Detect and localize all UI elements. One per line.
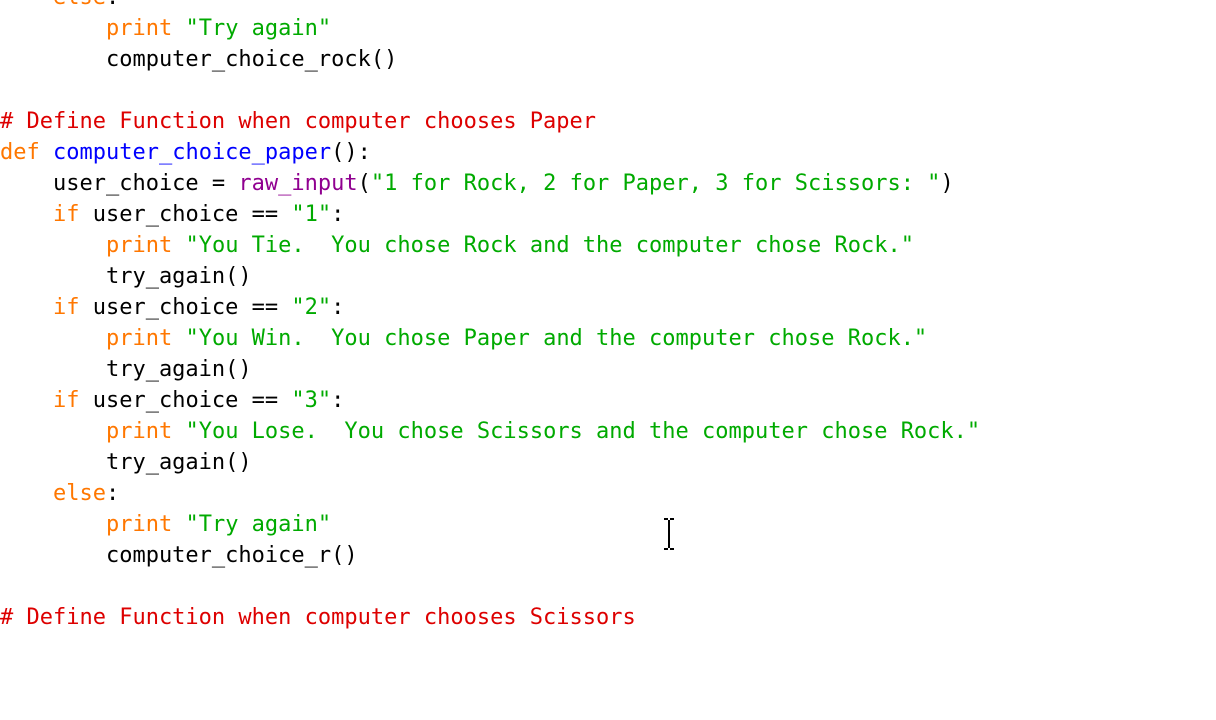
code-token-plain: :	[331, 295, 345, 320]
code-token-string: "1"	[291, 202, 332, 227]
code-token-string: "You Lose. You chose Scissors and the co…	[185, 419, 981, 444]
code-line[interactable]	[0, 75, 980, 106]
code-line[interactable]	[0, 571, 980, 602]
code-line[interactable]: def computer_choice_paper():	[0, 137, 980, 168]
code-line[interactable]	[0, 664, 980, 695]
code-token-keyword: else	[52, 481, 106, 506]
code-editor[interactable]: else: print "Try again" computer_choice_…	[0, 0, 1216, 720]
code-token-plain: :	[106, 0, 119, 10]
code-token-plain: try_again()	[0, 264, 252, 289]
code-token-keyword: if	[52, 388, 80, 413]
code-token-builtin: raw_input	[238, 171, 358, 196]
code-token-plain: :	[105, 481, 120, 506]
code-token-keyword: print	[105, 512, 173, 537]
code-area[interactable]: else: print "Try again" computer_choice_…	[0, 0, 980, 695]
code-line[interactable]: print "You Tie. You chose Rock and the c…	[0, 230, 980, 261]
code-token-plain: :	[331, 202, 345, 227]
code-token-plain: computer_choice_r()	[0, 543, 358, 568]
code-token-keyword: print	[105, 419, 173, 444]
code-line[interactable]: user_choice = raw_input("1 for Rock, 2 f…	[0, 168, 980, 199]
code-token-keyword: if	[52, 295, 80, 320]
code-token-keyword: print	[105, 16, 173, 41]
code-token-plain: user_choice ==	[79, 202, 292, 227]
code-line[interactable]: if user_choice == "3":	[0, 385, 980, 416]
code-token-plain: user_choice ==	[79, 388, 292, 413]
code-line[interactable]: else:	[0, 478, 980, 509]
code-token-plain: user_choice ==	[79, 295, 292, 320]
code-token-string: "You Tie. You chose Rock and the compute…	[185, 233, 914, 258]
code-token-string: "2"	[291, 295, 332, 320]
code-line[interactable]: print "Try again"	[0, 13, 980, 44]
code-line[interactable]: try_again()	[0, 447, 980, 478]
text-ibeam-cursor-icon	[664, 518, 674, 550]
code-token-keyword: def	[0, 140, 40, 165]
code-token-plain: try_again()	[0, 357, 252, 382]
code-token-keyword: print	[105, 233, 173, 258]
code-line[interactable]: print "You Win. You chose Paper and the …	[0, 323, 980, 354]
code-token-plain: )	[940, 171, 954, 196]
code-line[interactable]: computer_choice_r()	[0, 540, 980, 571]
code-token-string: "3"	[291, 388, 332, 413]
code-line[interactable]: try_again()	[0, 261, 980, 292]
code-line[interactable]: else:	[0, 0, 980, 13]
code-token-comment: # Define Function when computer chooses …	[0, 605, 636, 630]
code-line[interactable]	[0, 633, 980, 664]
code-token-string: "You Win. You chose Paper and the comput…	[185, 326, 928, 351]
code-token-string: "1 for Rock, 2 for Paper, 3 for Scissors…	[370, 171, 941, 196]
code-line[interactable]: try_again()	[0, 354, 980, 385]
code-line[interactable]: print "Try again"	[0, 509, 980, 540]
code-line[interactable]: if user_choice == "2":	[0, 292, 980, 323]
code-token-string: "Try again"	[185, 512, 332, 537]
code-token-plain: try_again()	[0, 450, 252, 475]
code-line[interactable]: print "You Lose. You chose Scissors and …	[0, 416, 980, 447]
code-token-plain: computer_choice_rock()	[0, 47, 398, 72]
code-line[interactable]: if user_choice == "1":	[0, 199, 980, 230]
code-line[interactable]: # Define Function when computer chooses …	[0, 106, 980, 137]
code-line[interactable]: computer_choice_rock()	[0, 44, 980, 75]
code-token-keyword: else	[53, 0, 106, 10]
code-token-plain: user_choice =	[0, 171, 239, 196]
code-token-string: "Try again"	[185, 16, 332, 41]
code-token-plain: ():	[331, 140, 371, 165]
code-token-comment: # Define Function when computer chooses …	[0, 109, 597, 134]
code-token-keyword: if	[52, 202, 80, 227]
code-line[interactable]: # Define Function when computer chooses …	[0, 602, 980, 633]
code-token-plain: :	[331, 388, 345, 413]
code-token-defname: computer_choice_paper	[53, 140, 332, 165]
code-token-plain: (	[357, 171, 371, 196]
code-token-keyword: print	[105, 326, 173, 351]
